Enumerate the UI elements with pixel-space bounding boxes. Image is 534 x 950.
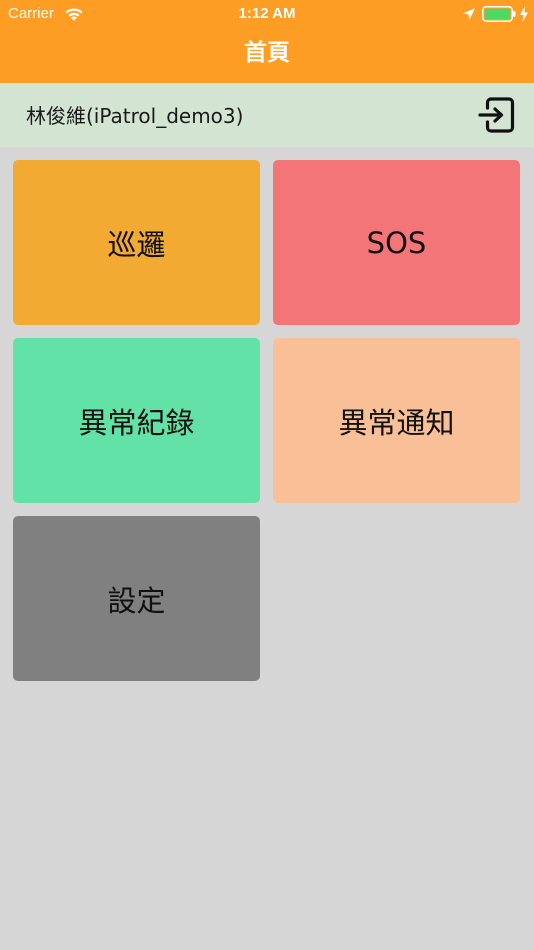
battery-full-icon: [482, 6, 516, 22]
abnormal-notification-button[interactable]: 異常通知: [273, 338, 520, 503]
status-bar: Carrier 1:12 AM: [0, 0, 534, 28]
settings-button[interactable]: 設定: [13, 516, 260, 681]
location-arrow-icon: [463, 8, 475, 20]
charging-bolt-icon: [520, 6, 528, 22]
sos-button[interactable]: SOS: [273, 160, 520, 325]
logout-icon[interactable]: [478, 96, 516, 134]
abnormal-notification-label: 異常通知: [338, 405, 455, 440]
settings-label: 設定: [107, 583, 166, 618]
abnormal-record-button[interactable]: 異常紀錄: [13, 338, 260, 503]
patrol-label: 巡邏: [107, 227, 166, 262]
abnormal-record-label: 異常紀錄: [78, 405, 195, 440]
user-name: 林俊維(iPatrol_demo3): [26, 104, 244, 128]
user-info-bar: 林俊維(iPatrol_demo3): [0, 83, 534, 147]
clock: 1:12 AM: [238, 5, 296, 22]
page-title: 首頁: [244, 40, 290, 66]
header: Carrier 1:12 AM 首頁: [0, 0, 534, 83]
sos-label: SOS: [366, 225, 427, 260]
patrol-button[interactable]: 巡邏: [13, 160, 260, 325]
